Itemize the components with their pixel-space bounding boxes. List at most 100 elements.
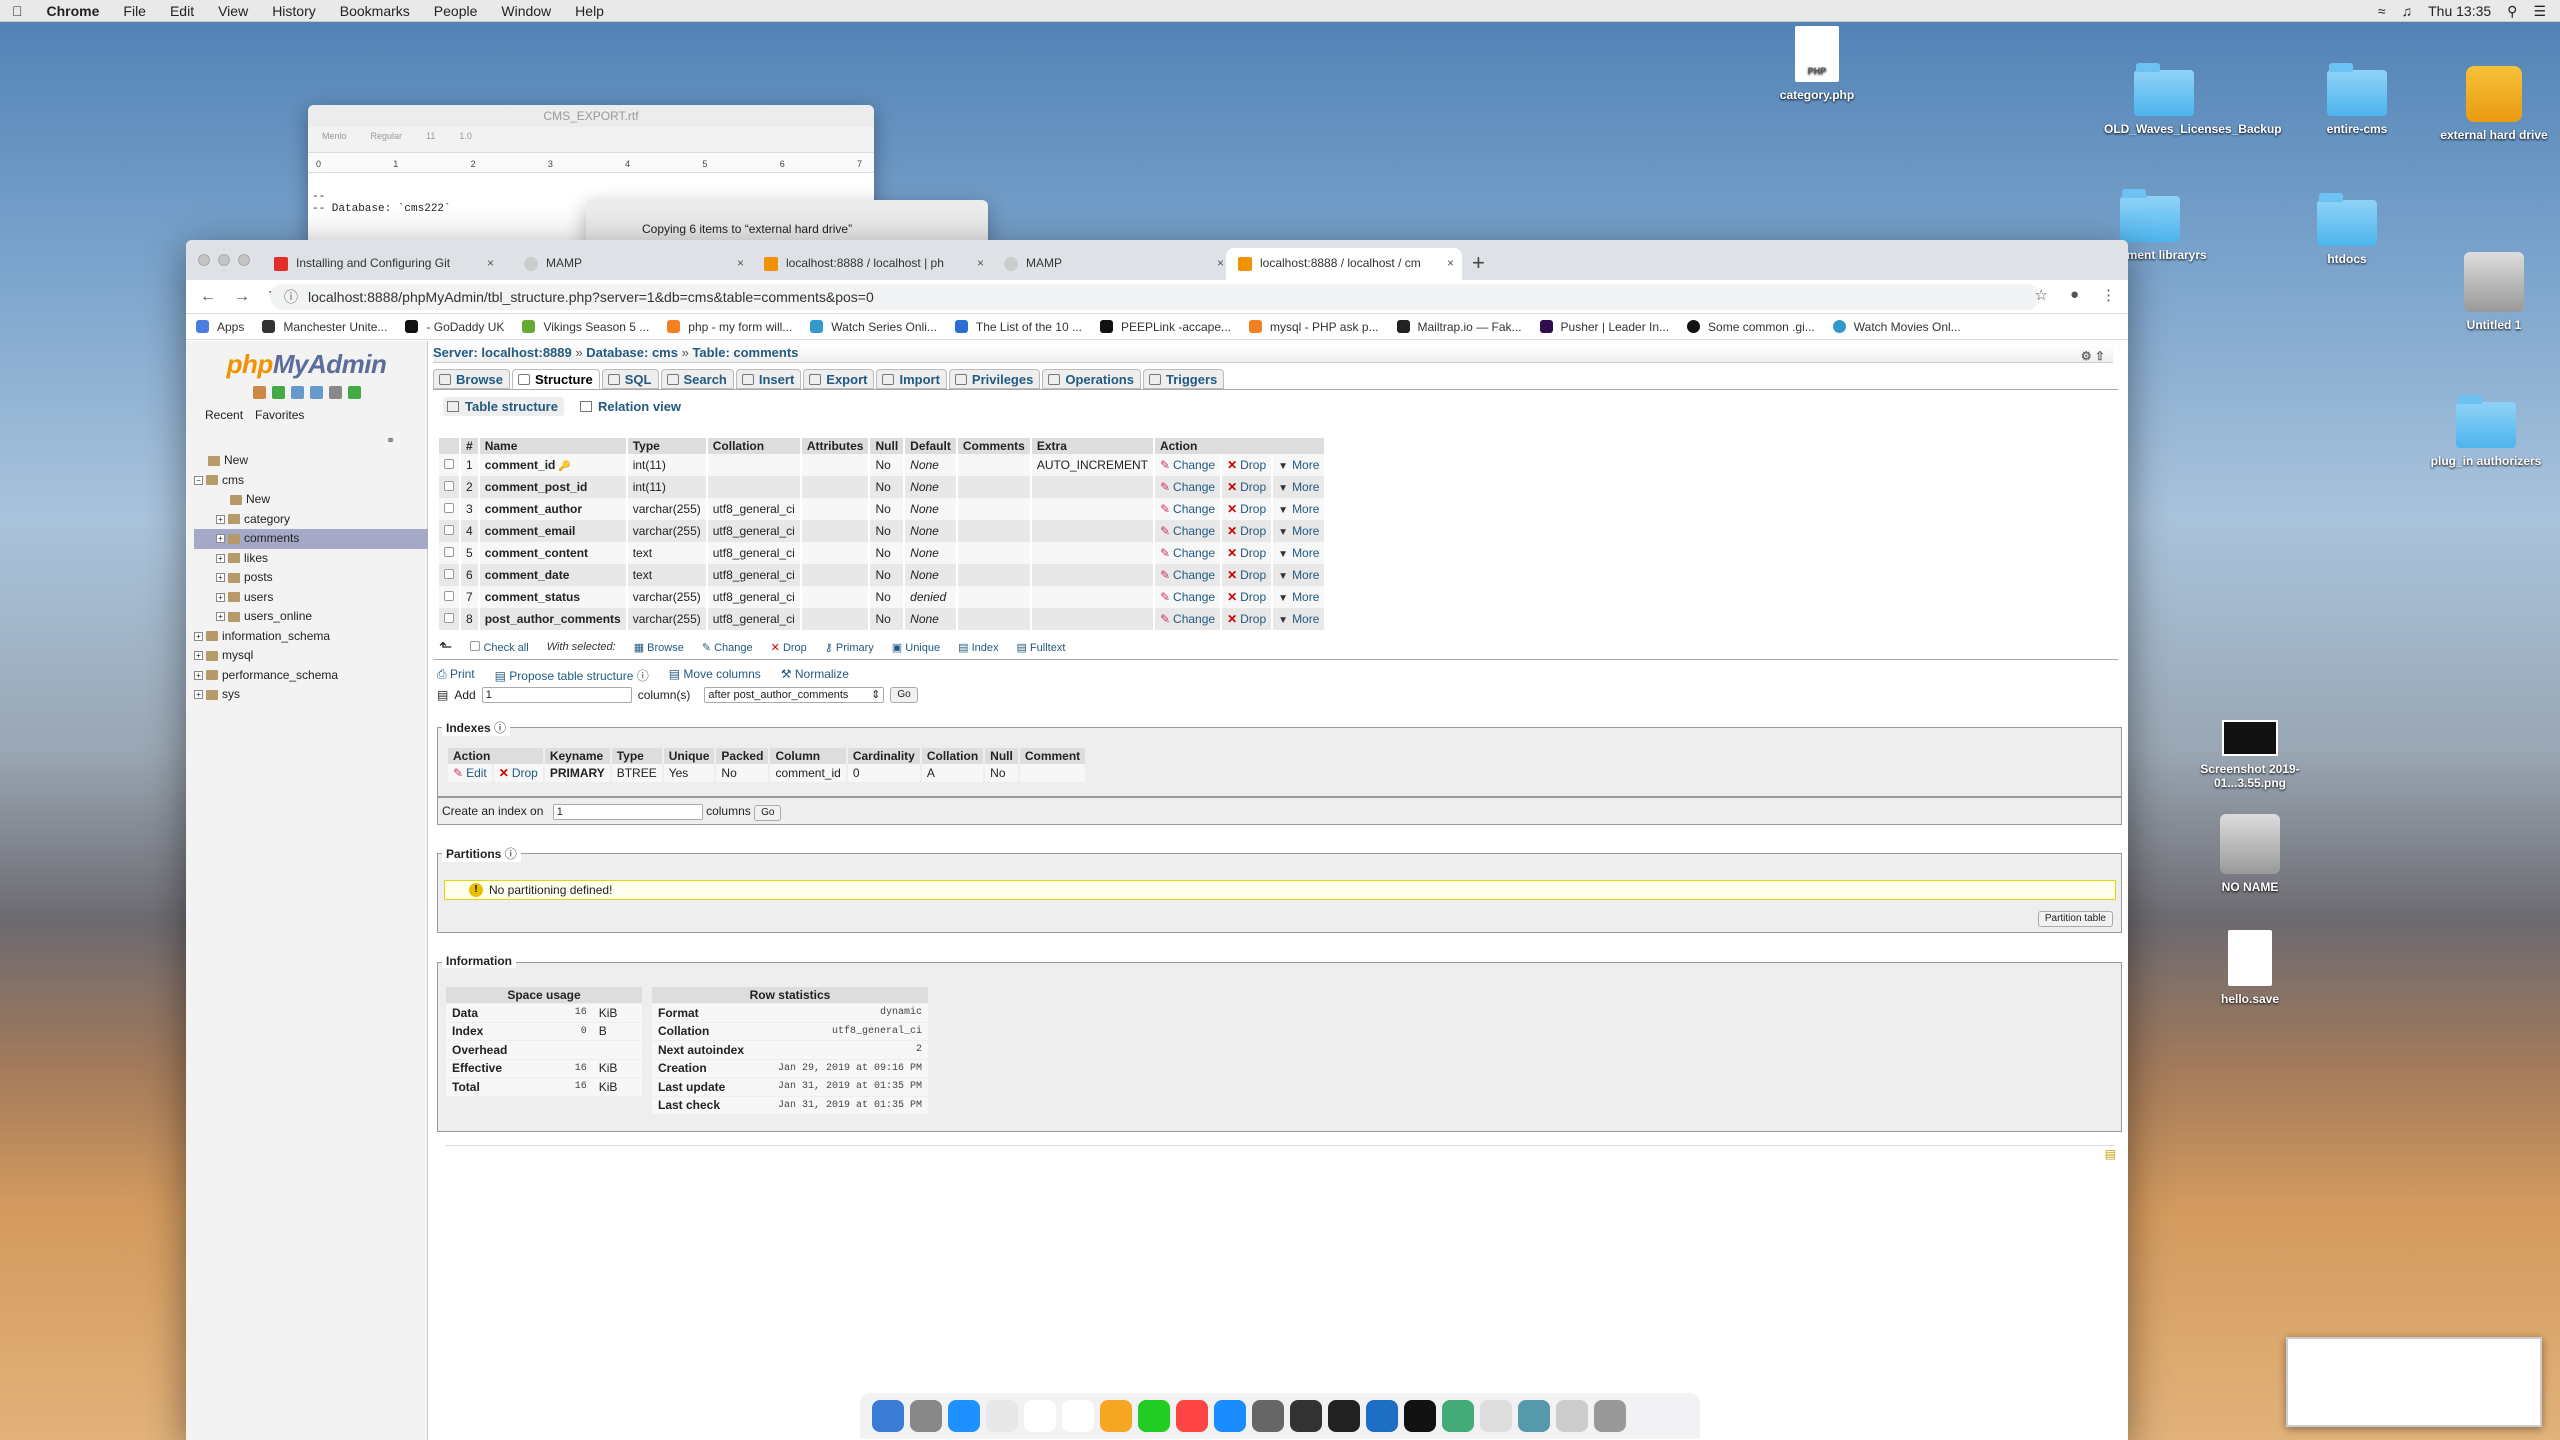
bulk-drop[interactable]: ✕ Drop (771, 641, 807, 654)
browser-tab[interactable]: localhost:8888 / localhost | ph × (752, 248, 992, 280)
bookmark-star-icon[interactable]: ☆ (2034, 286, 2047, 304)
col-header[interactable]: Comments (957, 438, 1030, 454)
menu-edit[interactable]: Edit (158, 3, 206, 19)
desktop-icon-htdocs[interactable]: htdocs (2287, 193, 2407, 266)
col-header[interactable]: Collation (707, 438, 800, 454)
spotlight-icon[interactable]: ⚲ (2507, 3, 2517, 20)
dock-app-icon[interactable] (1594, 1400, 1626, 1432)
bookmark-item[interactable]: The List of the 10 ... (954, 320, 1082, 334)
expand-icon[interactable]: − (194, 475, 203, 485)
size-select[interactable]: 11 (426, 131, 435, 148)
drop-link[interactable]: ✕ Drop (1222, 498, 1272, 520)
bookmark-item[interactable]: mysql - PHP ask p... (1249, 320, 1379, 334)
menu-view[interactable]: View (206, 3, 260, 19)
desktop-icon-screenshot[interactable]: Screenshot 2019-01...3.55.png (2190, 720, 2310, 790)
drop-link[interactable]: ✕ Drop (1222, 608, 1272, 630)
close-tab-icon[interactable]: × (1447, 248, 1454, 278)
dock-app-icon[interactable] (1062, 1400, 1094, 1432)
index-drop-link[interactable]: ✕ Drop (493, 764, 543, 782)
expand-icon[interactable]: + (216, 553, 225, 563)
browser-tab[interactable]: MAMP × (992, 248, 1232, 280)
drop-link[interactable]: ✕ Drop (1222, 542, 1272, 564)
menu-window[interactable]: Window (489, 3, 563, 19)
bookmark-item[interactable]: Some common .gi... (1687, 320, 1815, 334)
bookmark-item[interactable]: PEEPLink -accape... (1099, 320, 1231, 334)
dock-app-icon[interactable] (1404, 1400, 1436, 1432)
screenshot-thumbnail[interactable] (2286, 1337, 2542, 1427)
tree-item[interactable]: + comments (194, 529, 428, 549)
breadcrumb-table[interactable]: Table: comments (692, 345, 798, 360)
tree-item[interactable]: − cms (194, 471, 428, 491)
tree-label[interactable]: New (224, 453, 248, 467)
menu-kebab-icon[interactable]: ⋮ (2101, 286, 2116, 304)
spacing-select[interactable]: 1.0 (459, 131, 472, 148)
volume-icon[interactable]: ♫ (2402, 3, 2413, 19)
tab-import[interactable]: Import (876, 369, 947, 389)
menu-bookmarks[interactable]: Bookmarks (328, 3, 422, 19)
dock-app-icon[interactable] (1442, 1400, 1474, 1432)
dock-app-icon[interactable] (1518, 1400, 1550, 1432)
col-header[interactable]: # (461, 438, 478, 454)
desktop-icon-untitled-1[interactable]: Untitled 1 (2434, 252, 2554, 332)
wifi-icon[interactable]: ≈ (2378, 3, 2386, 19)
dock-app-icon[interactable] (1138, 1400, 1170, 1432)
desktop-icon-plug-in-authorizers[interactable]: plug_in authorizers (2426, 395, 2546, 468)
row-checkbox[interactable] (444, 569, 454, 579)
tree-label[interactable]: likes (244, 551, 268, 565)
forward-icon[interactable]: → (234, 288, 254, 306)
tab-structure[interactable]: Structure (511, 369, 600, 389)
phpmyadmin-logo[interactable]: phpMyAdmin (186, 349, 427, 380)
help-icon[interactable]: ⓘ (505, 847, 517, 861)
expand-icon[interactable]: + (216, 592, 225, 602)
expand-icon[interactable]: + (216, 514, 225, 524)
expand-icon[interactable]: + (194, 651, 203, 661)
tree-label[interactable]: performance_schema (222, 668, 338, 682)
bulk-unique[interactable]: ▣ Unique (892, 641, 940, 654)
more-link[interactable]: ▼ More (1273, 520, 1325, 542)
browser-tab[interactable]: MAMP × (512, 248, 752, 280)
change-link[interactable]: ✎ Change (1154, 454, 1221, 476)
style-select[interactable]: Regular (371, 131, 403, 148)
notification-icon[interactable]: ☰ (2533, 3, 2546, 20)
home-icon[interactable] (252, 386, 266, 399)
tree-label[interactable]: information_schema (222, 629, 330, 643)
tree-item[interactable]: New (194, 490, 428, 510)
col-header[interactable]: Extra (1031, 438, 1153, 454)
font-select[interactable]: Menlo (322, 131, 347, 148)
tree-label[interactable]: comments (244, 531, 299, 545)
dock-app-icon[interactable] (1176, 1400, 1208, 1432)
dock-app-icon[interactable] (1556, 1400, 1588, 1432)
expand-icon[interactable]: + (216, 573, 225, 583)
tab-insert[interactable]: Insert (735, 369, 802, 389)
tab-sql[interactable]: SQL (601, 369, 659, 389)
tab-relation-view[interactable]: Relation view (576, 397, 687, 416)
bulk-fulltext[interactable]: ▤ Fulltext (1016, 641, 1065, 654)
row-checkbox[interactable] (444, 525, 454, 535)
bulk-change[interactable]: ✎ Change (702, 641, 753, 654)
new-tab-button[interactable]: + (1472, 250, 1485, 276)
bookmark-item[interactable]: Vikings Season 5 ... (522, 320, 649, 334)
link-icon[interactable]: ⚭ (386, 434, 395, 447)
dock-app-icon[interactable] (1366, 1400, 1398, 1432)
tab-table-structure[interactable]: Table structure (443, 397, 564, 416)
more-link[interactable]: ▼ More (1273, 476, 1325, 498)
change-link[interactable]: ✎ Change (1154, 498, 1221, 520)
drop-link[interactable]: ✕ Drop (1222, 586, 1272, 608)
check-all[interactable]: Check all (470, 640, 529, 654)
query-window-icon[interactable] (290, 386, 304, 399)
help-icon[interactable]: ⓘ (637, 669, 649, 683)
dock-app-icon[interactable] (872, 1400, 904, 1432)
dock-app-icon[interactable] (1328, 1400, 1360, 1432)
expand-icon[interactable]: + (194, 670, 203, 680)
print-link[interactable]: ⎙ Print (437, 667, 475, 684)
drop-link[interactable]: ✕ Drop (1222, 454, 1272, 476)
drop-link[interactable]: ✕ Drop (1222, 520, 1272, 542)
bulk-index[interactable]: ▤ Index (958, 641, 998, 654)
row-checkbox[interactable] (444, 481, 454, 491)
check-all-label[interactable]: Check all (483, 642, 528, 654)
dock-app-icon[interactable] (1100, 1400, 1132, 1432)
col-header[interactable]: Type (627, 438, 706, 454)
browser-tab[interactable]: Installing and Configuring Git × (262, 248, 502, 280)
tree-label[interactable]: sys (222, 687, 240, 701)
change-link[interactable]: ✎ Change (1154, 608, 1221, 630)
